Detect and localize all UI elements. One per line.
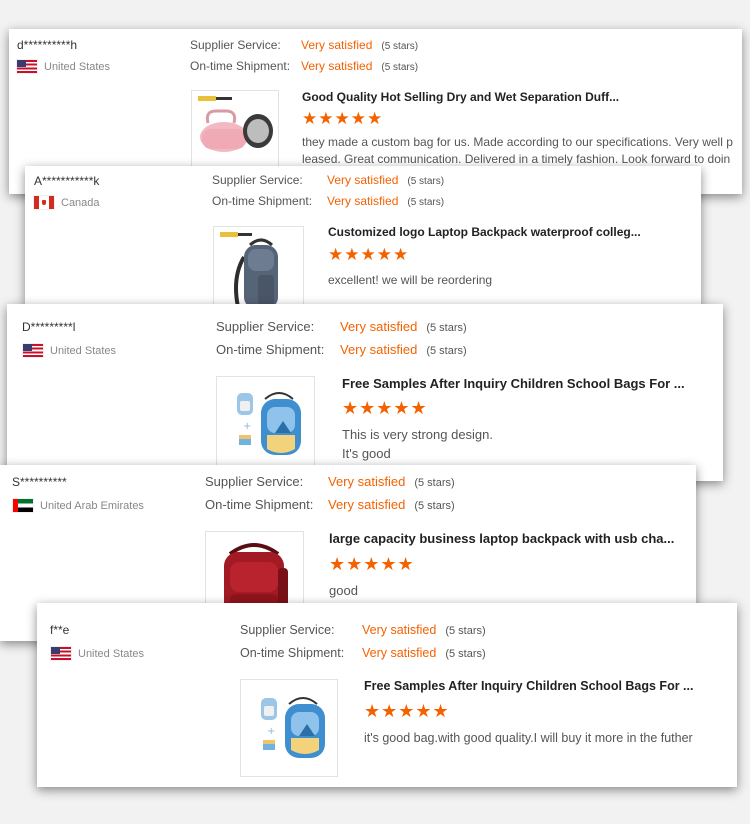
rating-text: Very satisfied (301, 59, 373, 73)
country-label: United Arab Emirates (40, 499, 144, 512)
review-card: A***********k Canada Supplier Service: V… (25, 166, 701, 306)
ontime-shipment-label: On-time Shipment: (216, 342, 325, 357)
rating-text: Very satisfied (327, 173, 399, 187)
rating-stars-count: (5 stars) (381, 41, 419, 52)
supplier-service-label: Supplier Service: (205, 474, 304, 489)
ontime-shipment-rating: On-time Shipment: Very satisfied (5 star… (216, 342, 467, 357)
product-title[interactable]: Good Quality Hot Selling Dry and Wet Sep… (302, 90, 732, 104)
rating-text: Very satisfied (327, 194, 399, 208)
rating-stars-count: (5 stars) (407, 197, 445, 208)
product-title[interactable]: Customized logo Laptop Backpack waterpro… (328, 225, 693, 239)
rating-text: Very satisfied (340, 319, 418, 334)
reviewer-name: A***********k (34, 174, 100, 188)
star-rating: ★★★★★ (364, 701, 450, 721)
review-card: f**e United States Supplier Service: Ver… (37, 603, 737, 787)
rating-stars-count: (5 stars) (407, 176, 445, 187)
reviewer-country: United Arab Emirates (13, 499, 144, 512)
supplier-service-label: Supplier Service: (240, 623, 335, 637)
us-flag-icon (17, 60, 37, 73)
review-comment: it's good bag.with good quality.I will b… (364, 731, 693, 745)
school-bag-image: + (261, 697, 325, 758)
rating-stars-count: (5 stars) (445, 648, 486, 660)
svg-text:+: + (267, 726, 275, 737)
review-card: D*********l United States Supplier Servi… (7, 304, 723, 481)
star-rating: ★★★★★ (342, 398, 428, 418)
rating-stars-count: (5 stars) (445, 625, 486, 637)
product-thumbnail[interactable]: + (240, 679, 338, 777)
reviewer-country: United States (23, 344, 116, 357)
rating-stars-count: (5 stars) (426, 345, 467, 357)
rating-stars-count: (5 stars) (426, 322, 467, 334)
rating-text: Very satisfied (301, 38, 373, 52)
country-label: Canada (61, 196, 100, 209)
ontime-shipment-rating: On-time Shipment: Very satisfied (5 star… (205, 497, 455, 512)
supplier-service-label: Supplier Service: (212, 173, 303, 187)
rating-text: Very satisfied (328, 474, 406, 489)
product-title[interactable]: Free Samples After Inquiry Children Scho… (342, 376, 712, 391)
country-label: United States (50, 344, 117, 357)
product-thumbnail[interactable] (213, 226, 304, 306)
reviewer-country: United States (51, 647, 144, 660)
canada-flag-icon (34, 196, 54, 209)
rating-text: Very satisfied (340, 342, 418, 357)
supplier-service-rating: Supplier Service: Very satisfied (5 star… (190, 38, 418, 52)
product-thumbnail[interactable]: + (216, 376, 315, 475)
rating-stars-count: (5 stars) (414, 477, 455, 489)
laptop-backpack-image (220, 232, 278, 306)
reviewer-name: d**********h (17, 38, 78, 52)
rating-stars-count: (5 stars) (381, 62, 419, 73)
star-rating: ★★★★★ (329, 554, 415, 574)
rating-text: Very satisfied (362, 623, 437, 637)
ontime-shipment-rating: On-time Shipment: Very satisfied (5 star… (190, 59, 418, 73)
product-title[interactable]: Free Samples After Inquiry Children Scho… (364, 679, 724, 693)
ontime-shipment-label: On-time Shipment: (190, 59, 291, 73)
supplier-service-rating: Supplier Service: Very satisfied (5 star… (212, 173, 444, 187)
review-comment: good (329, 583, 358, 598)
review-comment: excellent! we will be reordering (328, 273, 493, 287)
rating-text: Very satisfied (328, 497, 406, 512)
product-title[interactable]: large capacity business laptop backpack … (329, 531, 687, 546)
reviewer-country: Canada (34, 196, 100, 209)
comment-line: It's good (342, 445, 391, 461)
ontime-shipment-label: On-time Shipment: (240, 646, 345, 660)
ontime-shipment-label: On-time Shipment: (205, 497, 314, 512)
comment-line: This is very strong design. (342, 427, 494, 442)
uae-flag-icon (13, 499, 33, 512)
reviewer-name: D*********l (22, 320, 76, 334)
rating-stars-count: (5 stars) (414, 500, 455, 512)
svg-text:+: + (243, 421, 251, 432)
reviewer-name: f**e (50, 623, 70, 637)
ontime-shipment-label: On-time Shipment: (212, 194, 313, 208)
review-comment: they made a custom bag for us. Made acco… (302, 135, 733, 167)
star-rating: ★★★★★ (302, 109, 384, 128)
star-rating: ★★★★★ (328, 245, 410, 264)
reviewer-name: S********** (12, 475, 67, 489)
country-label: United States (78, 647, 145, 660)
us-flag-icon (51, 647, 71, 660)
us-flag-icon (23, 344, 43, 357)
country-label: United States (44, 60, 111, 73)
ontime-shipment-rating: On-time Shipment: Very satisfied (5 star… (212, 194, 444, 208)
supplier-service-rating: Supplier Service: Very satisfied (5 star… (216, 319, 467, 334)
ontime-shipment-rating: On-time Shipment: Very satisfied (5 star… (240, 646, 486, 660)
rating-text: Very satisfied (362, 646, 437, 660)
supplier-service-rating: Supplier Service: Very satisfied (5 star… (205, 474, 455, 489)
supplier-service-rating: Supplier Service: Very satisfied (5 star… (240, 623, 486, 637)
reviewer-country: United States (17, 60, 110, 73)
supplier-service-label: Supplier Service: (216, 319, 315, 334)
review-comment: This is very strong design. It's good (342, 426, 702, 464)
supplier-service-label: Supplier Service: (190, 38, 281, 52)
school-bag-image: + (237, 392, 301, 455)
